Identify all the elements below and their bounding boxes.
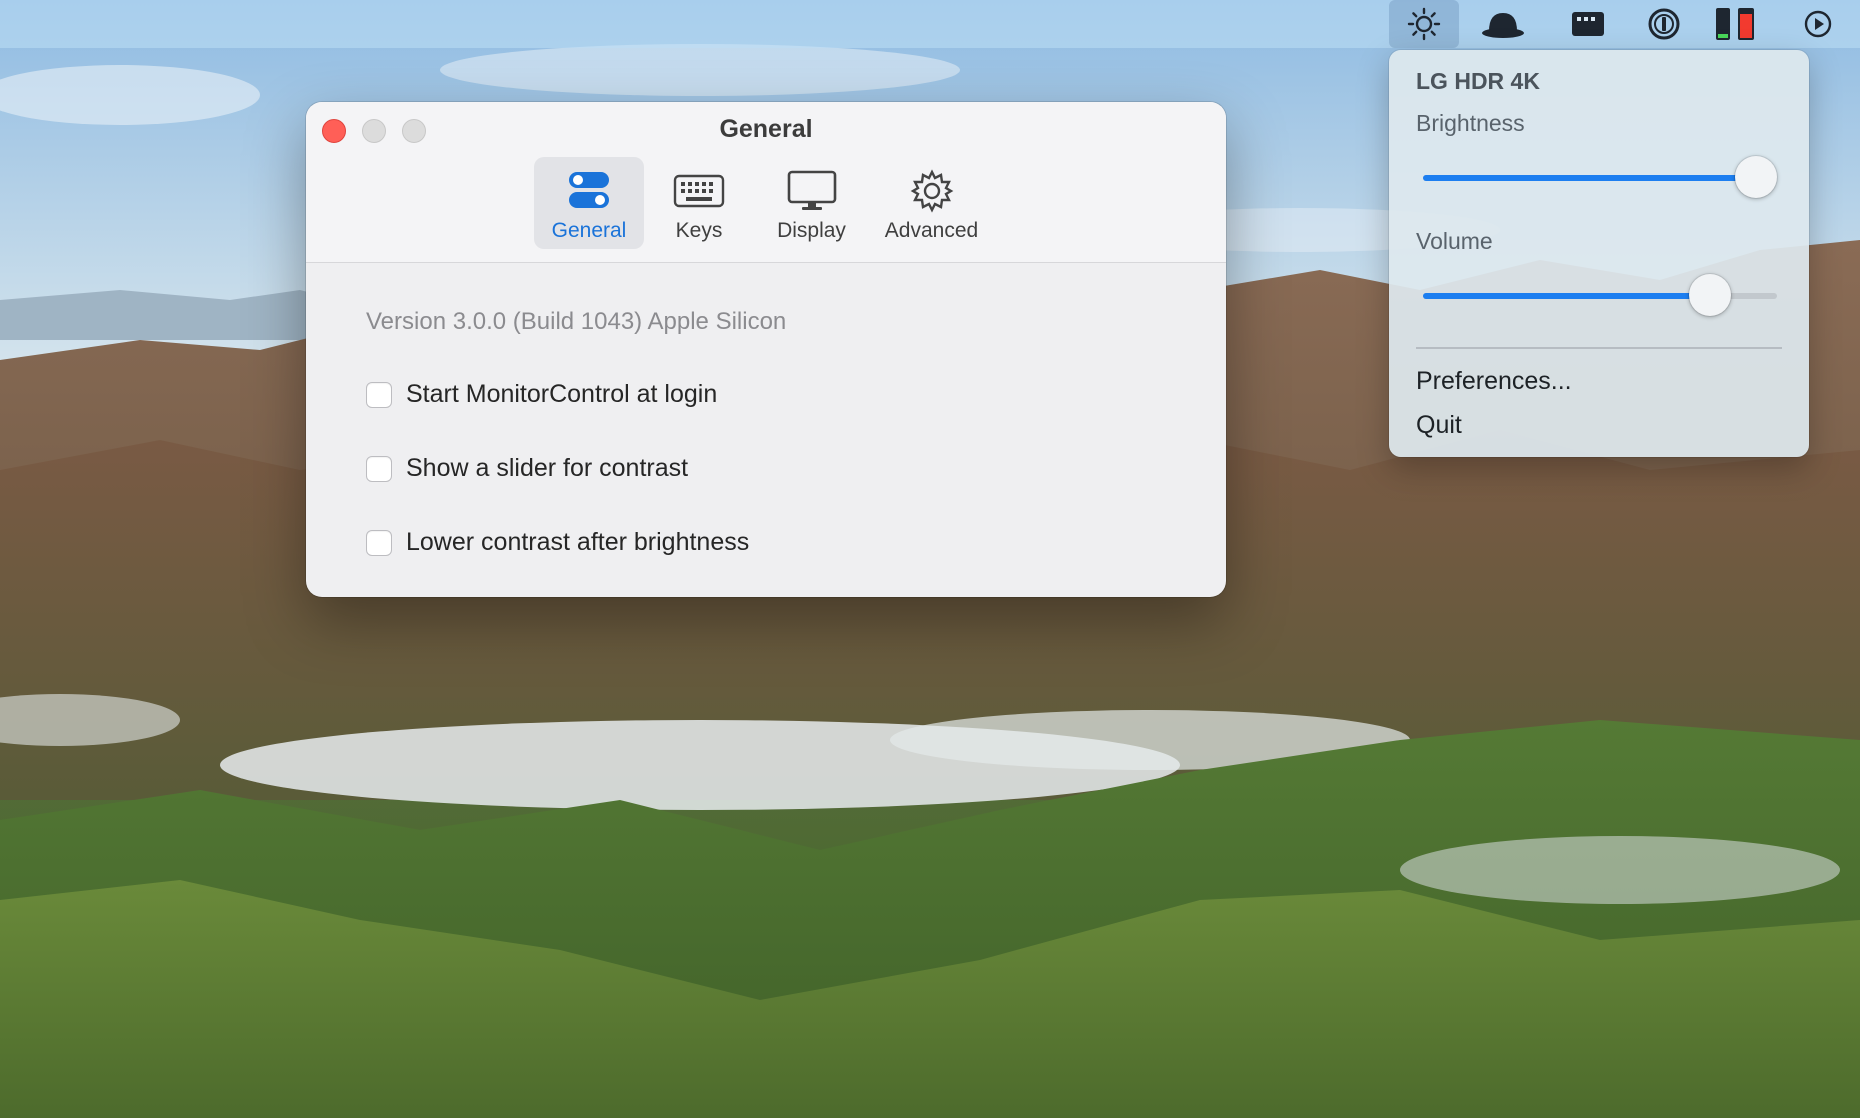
- preferences-menu-item[interactable]: Preferences...: [1416, 367, 1572, 396]
- version-label: Version 3.0.0 (Build 1043) Apple Silicon: [366, 308, 787, 335]
- display-icon: [787, 170, 836, 210]
- battery-bars-icon: [1716, 8, 1754, 40]
- toggles-icon: [569, 172, 609, 208]
- lower-contrast-label: Lower contrast after brightness: [406, 528, 750, 556]
- tab-display[interactable]: Display: [754, 157, 869, 249]
- keyboard-icon: [673, 174, 725, 208]
- volume-slider[interactable]: [1423, 272, 1777, 320]
- volume-fill: [1423, 293, 1710, 299]
- play-circle-icon: [1804, 10, 1832, 38]
- contrast-slider-option[interactable]: Show a slider for contrast: [366, 454, 688, 483]
- preferences-window: General General Keys Display Advanced Ve…: [306, 102, 1226, 597]
- monitor-control-menu: LG HDR 4K Brightness Volume Preferences.…: [1389, 50, 1809, 457]
- start-at-login-label: Start MonitorControl at login: [406, 380, 718, 408]
- tab-general[interactable]: General: [534, 157, 644, 249]
- quit-menu-item[interactable]: Quit: [1416, 411, 1462, 440]
- tab-advanced-label: Advanced: [884, 219, 979, 242]
- brightness-slider[interactable]: [1423, 154, 1777, 202]
- volume-knob[interactable]: [1689, 274, 1731, 316]
- start-at-login-checkbox[interactable]: [366, 381, 392, 408]
- menubar-1password-button[interactable]: [1644, 0, 1684, 48]
- menubar-play-button[interactable]: [1800, 0, 1836, 48]
- display-name: LG HDR 4K: [1416, 68, 1540, 94]
- tab-advanced[interactable]: Advanced: [869, 157, 994, 249]
- tab-keys-label: Keys: [675, 219, 723, 242]
- window-title: General: [719, 115, 813, 143]
- tab-general-label: General: [551, 219, 627, 242]
- lower-contrast-option[interactable]: Lower contrast after brightness: [366, 528, 749, 557]
- lower-contrast-checkbox[interactable]: [366, 529, 392, 556]
- menubar-window-button[interactable]: [1566, 0, 1610, 48]
- window-icon: [1572, 12, 1604, 36]
- start-at-login-option[interactable]: Start MonitorControl at login: [366, 380, 717, 409]
- menu-separator: [1416, 347, 1782, 349]
- preferences-tabs: General Keys Display Advanced: [534, 157, 994, 249]
- tab-display-label: Display: [777, 219, 846, 242]
- incognito-icon: [1482, 13, 1524, 38]
- volume-label: Volume: [1416, 228, 1493, 254]
- brightness-icon: [1407, 7, 1441, 41]
- window-toolbar: General General Keys Display Advanced: [306, 102, 1226, 263]
- menubar-incognito-button[interactable]: [1478, 0, 1528, 48]
- contrast-slider-checkbox[interactable]: [366, 455, 392, 482]
- tab-keys[interactable]: Keys: [644, 157, 754, 249]
- menu-bar: [0, 0, 1860, 48]
- gear-icon: [910, 169, 953, 213]
- menubar-brightness-button[interactable]: [1389, 0, 1459, 48]
- general-pane: Version 3.0.0 (Build 1043) Apple Silicon…: [306, 263, 1226, 597]
- brightness-knob[interactable]: [1735, 156, 1777, 198]
- menubar-battery-bars-button[interactable]: [1712, 0, 1762, 48]
- contrast-slider-label: Show a slider for contrast: [406, 454, 689, 482]
- 1password-icon: [1648, 8, 1680, 40]
- brightness-fill: [1423, 175, 1756, 181]
- brightness-label: Brightness: [1416, 110, 1525, 136]
